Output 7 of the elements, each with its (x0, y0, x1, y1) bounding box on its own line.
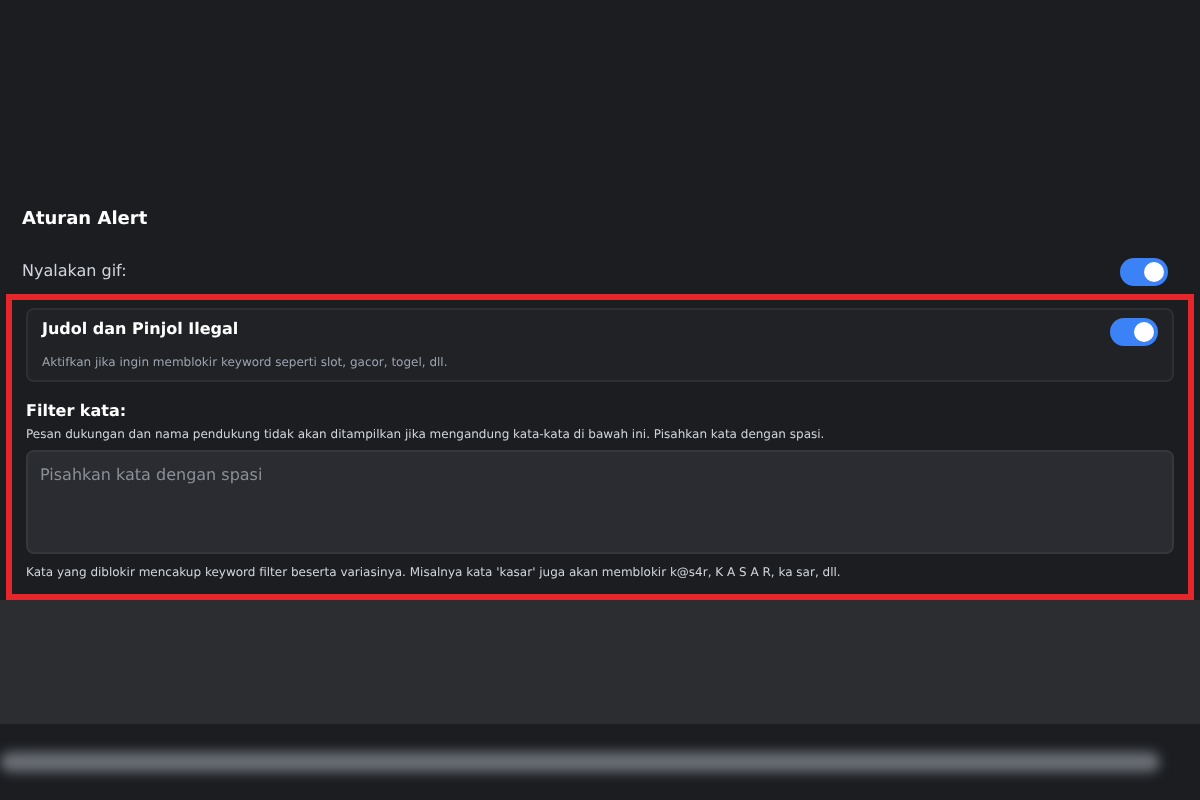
filter-input-field[interactable]: Pisahkan kata dengan spasi (26, 449, 1174, 553)
toggle-switch[interactable] (1110, 317, 1158, 345)
toggle-switch[interactable] (1120, 257, 1168, 285)
gif-label: Nyalakan gif: (22, 259, 127, 283)
section-title: Aturan Alert (22, 208, 150, 234)
card-title: Judol dan Pinjol Ilegal (42, 317, 241, 341)
filter-label: Filter kata: (26, 399, 129, 423)
